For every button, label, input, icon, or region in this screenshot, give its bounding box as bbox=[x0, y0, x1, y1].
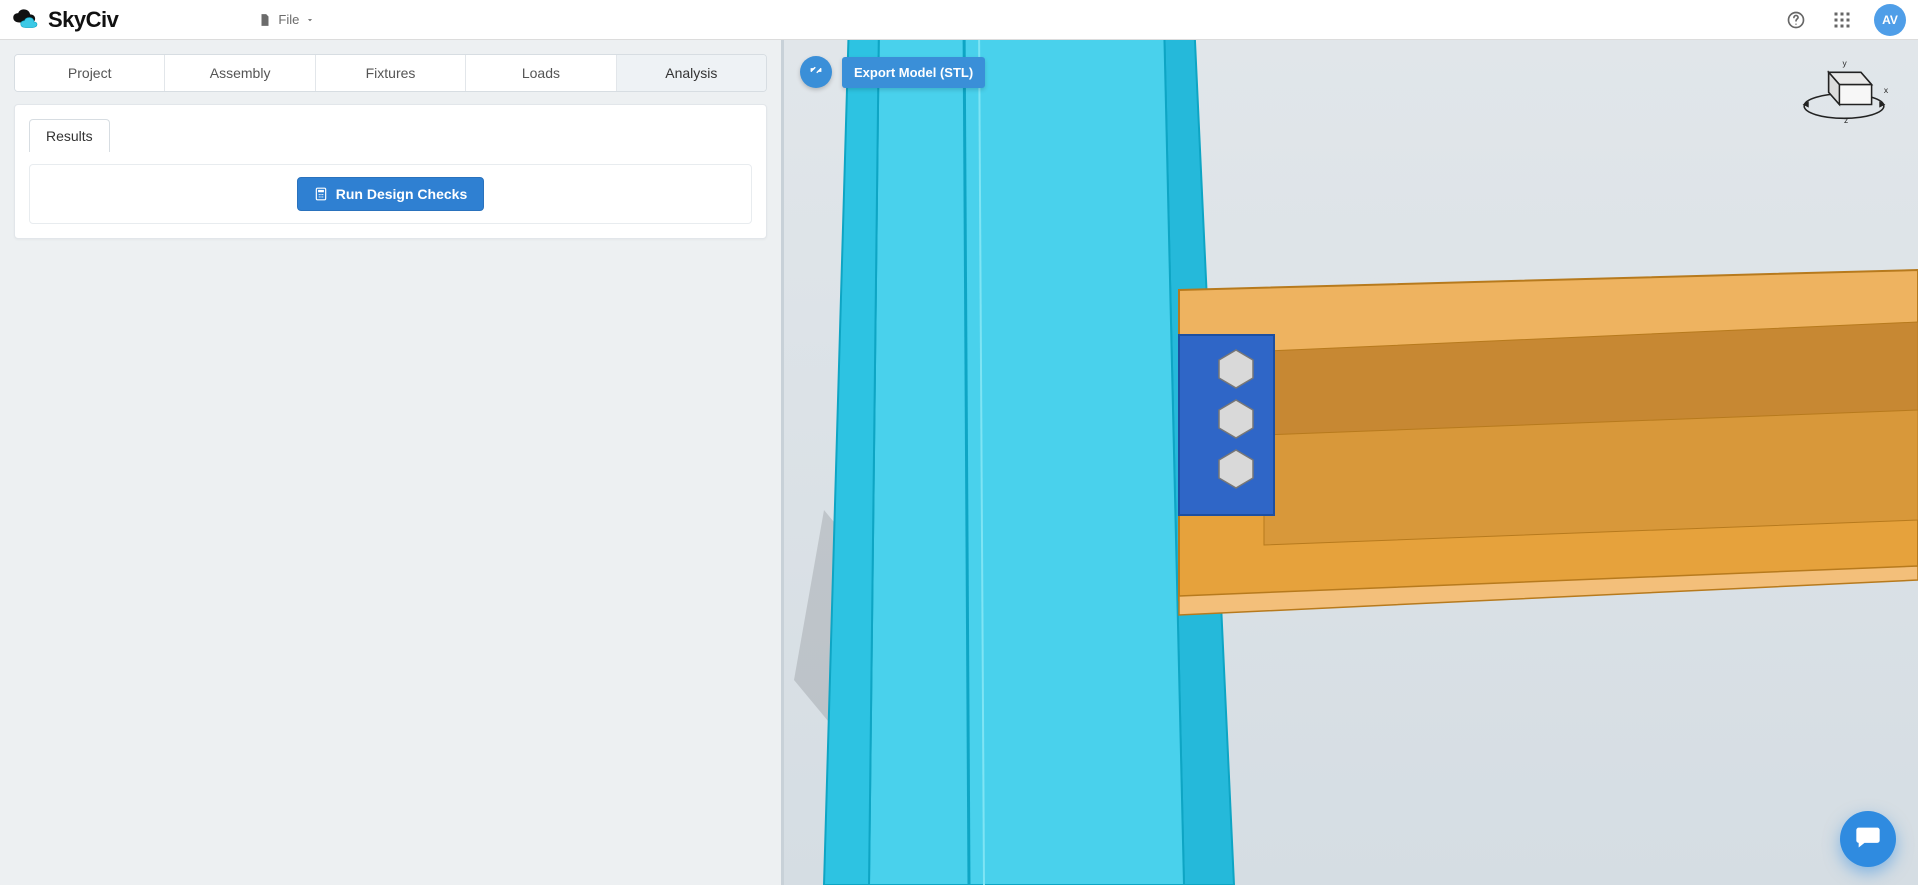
help-icon[interactable] bbox=[1782, 6, 1810, 34]
tab-fixtures[interactable]: Fixtures bbox=[316, 55, 466, 91]
axis-z-label: z bbox=[1844, 115, 1848, 125]
tab-loads[interactable]: Loads bbox=[466, 55, 616, 91]
viewport-toolbar: Export Model (STL) bbox=[800, 56, 985, 88]
topbar: SkyCiv File AV bbox=[0, 0, 1918, 40]
file-menu[interactable]: File bbox=[258, 12, 315, 27]
chat-button[interactable] bbox=[1840, 811, 1896, 867]
run-design-checks-button[interactable]: Run Design Checks bbox=[297, 177, 484, 211]
tab-label: Fixtures bbox=[366, 65, 416, 81]
file-icon bbox=[258, 13, 272, 27]
tab-label: Analysis bbox=[665, 65, 717, 81]
apps-icon[interactable] bbox=[1828, 6, 1856, 34]
calculator-icon bbox=[314, 187, 328, 201]
panel-body: Run Design Checks bbox=[29, 164, 752, 224]
viewport[interactable]: Export Model (STL) x z y bbox=[784, 40, 1918, 885]
chat-icon bbox=[1854, 823, 1882, 856]
sub-tab-results[interactable]: Results bbox=[29, 119, 110, 152]
brand-logo-icon bbox=[12, 8, 42, 32]
tab-label: Project bbox=[68, 65, 112, 81]
run-button-label: Run Design Checks bbox=[336, 186, 467, 202]
tab-analysis[interactable]: Analysis bbox=[617, 55, 766, 91]
tab-project[interactable]: Project bbox=[15, 55, 165, 91]
file-menu-label: File bbox=[278, 12, 299, 27]
analysis-panel: Results Run Design Checks bbox=[14, 104, 767, 239]
brand-name: SkyCiv bbox=[48, 7, 118, 33]
topbar-right: AV bbox=[1782, 4, 1906, 36]
expand-icon bbox=[809, 63, 823, 82]
main: Project Assembly Fixtures Loads Analysis… bbox=[0, 40, 1918, 885]
tab-label: Loads bbox=[522, 65, 560, 81]
expand-viewport-button[interactable] bbox=[800, 56, 832, 88]
sub-tab-label: Results bbox=[46, 128, 93, 144]
model-scene bbox=[784, 40, 1918, 885]
axis-y-label: y bbox=[1842, 58, 1847, 68]
tab-assembly[interactable]: Assembly bbox=[165, 55, 315, 91]
axis-x-label: x bbox=[1884, 85, 1889, 95]
avatar[interactable]: AV bbox=[1874, 4, 1906, 36]
sub-tabs: Results bbox=[29, 119, 752, 152]
viewcube[interactable]: x z y bbox=[1798, 58, 1890, 133]
chevron-down-icon bbox=[305, 15, 315, 25]
left-pane: Project Assembly Fixtures Loads Analysis… bbox=[0, 40, 784, 885]
main-tabs: Project Assembly Fixtures Loads Analysis bbox=[14, 54, 767, 92]
export-model-button[interactable]: Export Model (STL) bbox=[842, 57, 985, 88]
brand: SkyCiv bbox=[12, 7, 118, 33]
tab-label: Assembly bbox=[210, 65, 271, 81]
export-button-label: Export Model (STL) bbox=[854, 65, 973, 80]
